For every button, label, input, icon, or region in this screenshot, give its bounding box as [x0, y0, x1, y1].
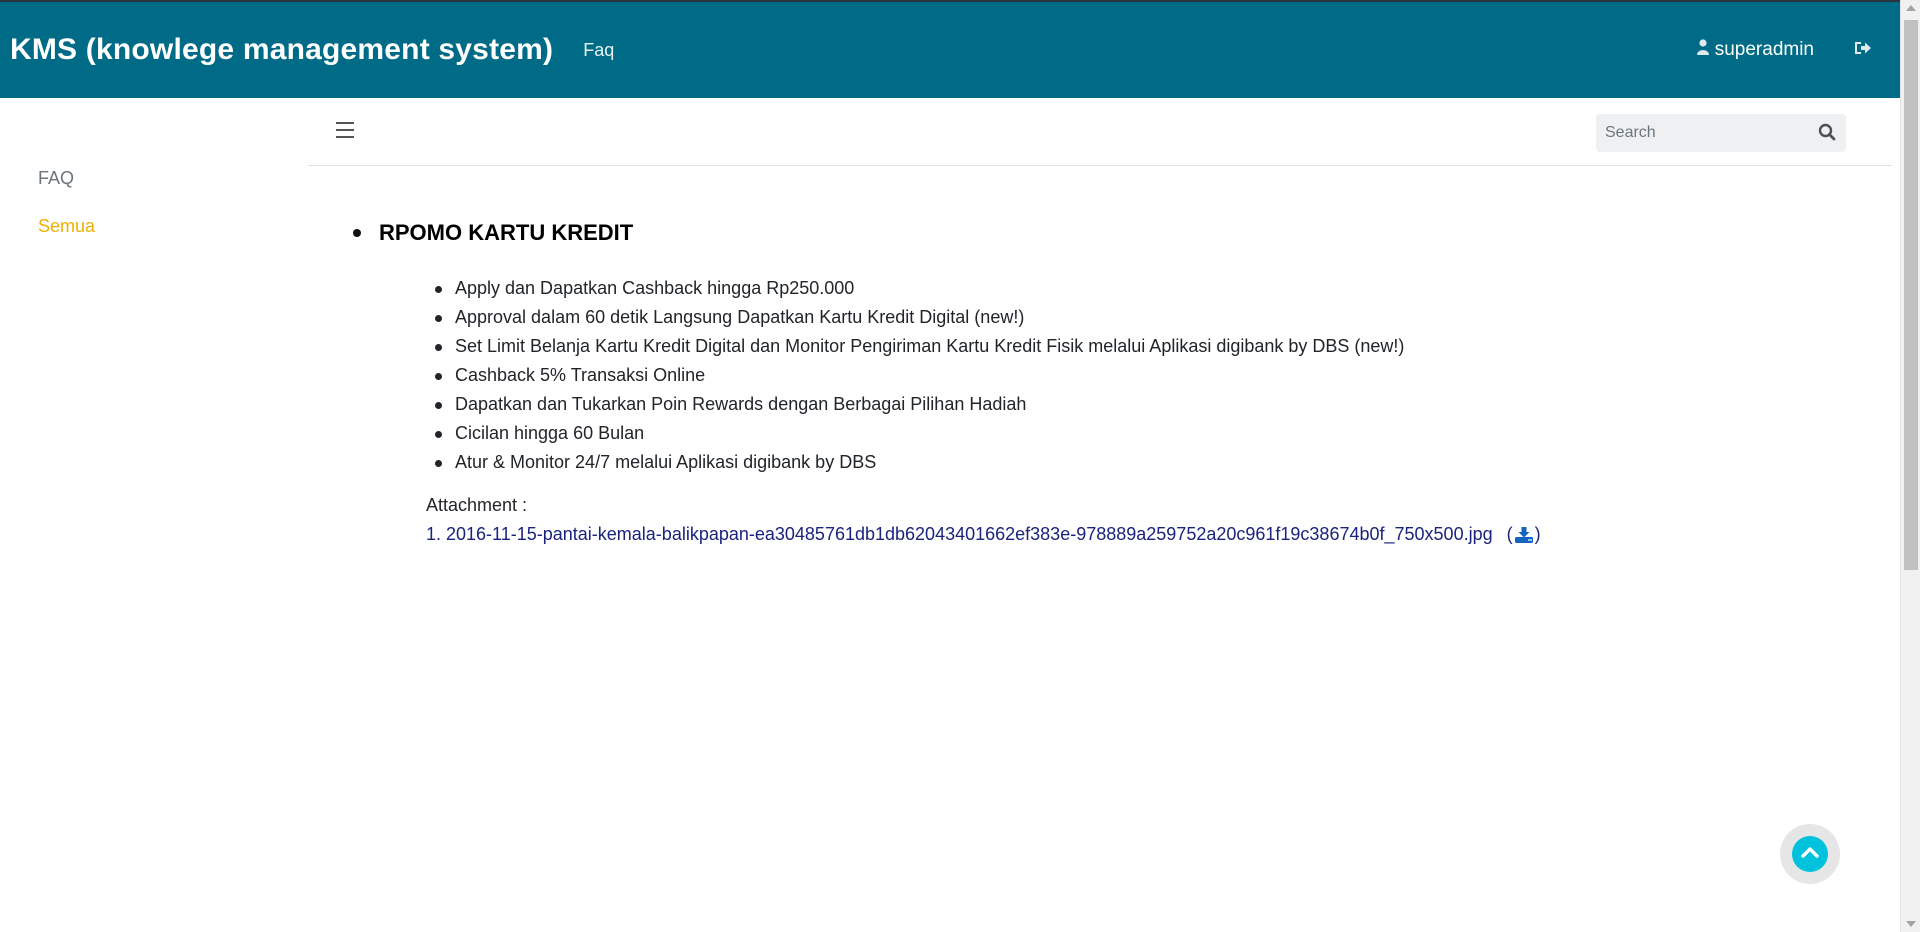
list-item: Dapatkan dan Tukarkan Poin Rewards denga…	[435, 390, 1845, 419]
list-item: Apply dan Dapatkan Cashback hingga Rp250…	[435, 274, 1845, 303]
list-item: Set Limit Belanja Kartu Kredit Digital d…	[435, 332, 1845, 361]
search-box	[1596, 114, 1846, 152]
back-to-top-button[interactable]	[1780, 824, 1840, 884]
list-item: Atur & Monitor 24/7 melalui Aplikasi dig…	[435, 448, 1845, 477]
faq-title-row: RPOMO KARTU KREDIT	[345, 220, 1845, 246]
sidebar-item-faq[interactable]: FAQ	[38, 168, 74, 189]
nav-faq-link[interactable]: Faq	[583, 40, 614, 61]
faq-title: RPOMO KARTU KREDIT	[379, 220, 634, 245]
sign-out-icon	[1854, 40, 1872, 61]
attachment-label: Attachment :	[426, 495, 528, 515]
back-to-top-circle	[1792, 836, 1828, 872]
open-paren: (	[1506, 524, 1513, 544]
list-item: Approval dalam 60 detik Langsung Dapatka…	[435, 303, 1845, 332]
user-menu[interactable]: superadmin	[1696, 39, 1814, 61]
user-icon	[1696, 39, 1709, 61]
search-input[interactable]	[1596, 115, 1796, 151]
logout-button[interactable]	[1854, 40, 1872, 61]
app-brand[interactable]: KMS (knowlege management system)	[10, 33, 553, 67]
bullet-icon	[353, 229, 361, 237]
download-icon[interactable]	[1514, 526, 1534, 544]
sidebar: FAQ Semua	[0, 98, 306, 932]
scroll-down-arrow[interactable]	[1906, 921, 1916, 927]
content-toolbar	[308, 98, 1892, 166]
scroll-up-arrow[interactable]	[1906, 5, 1916, 11]
search-icon[interactable]	[1818, 123, 1838, 143]
list-item: Cashback 5% Transaksi Online	[435, 361, 1845, 390]
list-item: Cicilan hingga 60 Bulan	[435, 419, 1845, 448]
close-paren: )	[1534, 524, 1541, 544]
sidebar-item-semua[interactable]: Semua	[38, 216, 95, 237]
top-navbar: KMS (knowlege management system) Faq sup…	[0, 0, 1900, 98]
hamburger-icon[interactable]	[336, 122, 354, 138]
chevron-up-icon	[1801, 845, 1819, 863]
faq-content: RPOMO KARTU KREDIT Apply dan Dapatkan Ca…	[345, 220, 1845, 545]
username-label: superadmin	[1714, 39, 1814, 60]
scroll-thumb[interactable]	[1904, 20, 1918, 570]
attachment-link[interactable]: 1. 2016-11-15-pantai-kemala-balikpapan-e…	[426, 524, 1493, 545]
attachment-row: 1. 2016-11-15-pantai-kemala-balikpapan-e…	[426, 524, 1845, 545]
page-scrollbar[interactable]	[1900, 0, 1920, 932]
faq-points-list: Apply dan Dapatkan Cashback hingga Rp250…	[345, 274, 1845, 477]
